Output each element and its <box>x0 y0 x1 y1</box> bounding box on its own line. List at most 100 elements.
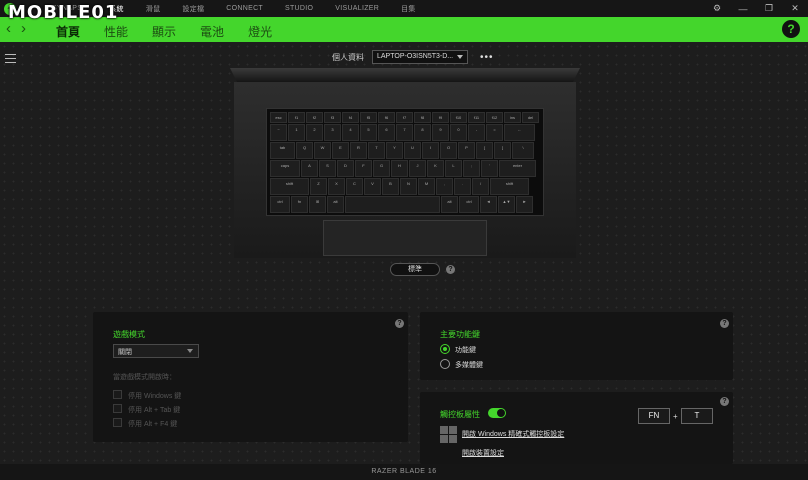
keyboard-key: A <box>301 160 318 177</box>
keyboard-key: J <box>409 160 426 177</box>
keyboard-key: E <box>332 142 349 159</box>
laptop-lid <box>230 68 580 82</box>
keyboard-key: P <box>458 142 475 159</box>
function-keys-radio[interactable] <box>440 344 450 354</box>
chevron-down-icon <box>187 349 193 353</box>
topnav-connect[interactable]: CONNECT <box>226 5 263 12</box>
disable-alt-tab-checkbox[interactable] <box>113 404 122 413</box>
tab-performance[interactable]: 性能 <box>104 23 128 40</box>
keyboard-key: alt <box>327 196 344 213</box>
keyboard-layout: esc f1 f2 f3 f4 f5 f6 f7 f8 f9 f10 f11 f12 ins del ~1 2 3… <box>266 108 544 216</box>
keyboard-key: caps <box>270 160 300 177</box>
keyboard-key: R <box>350 142 367 159</box>
keyboard-key: f8 <box>414 112 431 123</box>
keyboard-key: f4 <box>342 112 359 123</box>
disable-windows-key-checkbox[interactable] <box>113 390 122 399</box>
section-tab-bar: ‹ › 首頁 性能 顯示 電池 燈光 ? <box>0 17 808 42</box>
keyboard-key: f3 <box>324 112 341 123</box>
profile-label: 個人資料 <box>332 52 364 62</box>
game-mode-hint: 當遊戲模式開啟時： <box>113 374 176 381</box>
help-icon[interactable]: ? <box>720 397 729 406</box>
keyboard-key: V <box>364 178 381 195</box>
standard-view-button[interactable]: 標準 <box>390 263 440 276</box>
tab-lighting[interactable]: 燈光 <box>248 23 272 40</box>
keyboard-key: N <box>400 178 417 195</box>
keyboard-key: ◄ <box>480 196 497 213</box>
keyboard-key: shift <box>490 178 529 195</box>
keyboard-key: ; <box>463 160 480 177</box>
tab-display[interactable]: 顯示 <box>152 23 176 40</box>
disable-alt-f4-checkbox[interactable] <box>113 418 122 427</box>
keyboard-key: ► <box>516 196 533 213</box>
game-mode-dropdown[interactable]: 關閉 <box>113 344 199 358</box>
keyboard-key: Z <box>310 178 327 195</box>
topnav-visualizer[interactable]: VISUALIZER <box>335 5 379 12</box>
keyboard-key: enter <box>499 160 536 177</box>
keyboard-key: 4 <box>342 124 359 141</box>
topnav-profiles[interactable]: 設定檔 <box>182 4 204 14</box>
more-options-button[interactable]: ••• <box>480 52 494 63</box>
topnav-studio[interactable]: STUDIO <box>285 5 313 12</box>
settings-gear-icon[interactable]: ⚙ <box>704 3 730 14</box>
keyboard-key: / <box>472 178 489 195</box>
multimedia-keys-radio[interactable] <box>440 359 450 369</box>
keyboard-key: M <box>418 178 435 195</box>
keyboard-row: ~1 2 3 4 5 6 7 8 9 0- = ← <box>270 124 540 141</box>
keyboard-key: alt <box>441 196 458 213</box>
primary-function-key-panel: ? 主要功能鍵 功能鍵 多媒體鍵 <box>420 312 733 380</box>
keyboard-key: fn <box>291 196 308 213</box>
help-icon[interactable]: ? <box>446 265 455 274</box>
help-icon[interactable]: ? <box>720 319 729 328</box>
topnav-mouse[interactable]: 滑鼠 <box>146 4 161 14</box>
keyboard-key: O <box>440 142 457 159</box>
primary-fn-title: 主要功能鍵 <box>440 330 480 339</box>
help-button[interactable]: ? <box>782 20 800 38</box>
multimedia-keys-label: 多媒體鍵 <box>455 362 483 369</box>
keyboard-key: D <box>337 160 354 177</box>
keyboard-key: 9 <box>432 124 449 141</box>
menu-icon[interactable] <box>5 54 16 66</box>
minimize-icon[interactable]: — <box>730 4 756 14</box>
profile-dropdown[interactable]: LAPTOP-O3ISN5T3-D... <box>372 50 468 64</box>
touchpad <box>323 220 487 256</box>
keyboard-row: shift Z X C V B N M,. / shift <box>270 178 540 195</box>
keyboard-key: 2 <box>306 124 323 141</box>
keyboard-key: X <box>328 178 345 195</box>
touchpad-panel: ? 觸控板屬性 開啟 Windows 精確式觸控板設定 開啟裝置設定 FN + … <box>420 392 733 464</box>
game-mode-panel: ? 遊戲模式 關閉 當遊戲模式開啟時： 停用 Windows 鍵 停用 Alt … <box>93 312 408 442</box>
keyboard-key: I <box>422 142 439 159</box>
watermark: MOBILE01 <box>8 2 119 23</box>
keyboard-key: ▲▼ <box>498 196 515 213</box>
keyboard-key: , <box>436 178 453 195</box>
keyboard-key: ⊞ <box>309 196 326 213</box>
keyboard-key: Q <box>296 142 313 159</box>
keyboard-row: ctrl fn ⊞ alt alt ctrl ◄ ▲▼ ► <box>270 196 540 213</box>
keyboard-key: ctrl <box>270 196 290 213</box>
keyboard-key: F <box>355 160 372 177</box>
touchpad-title: 觸控板屬性 <box>440 410 480 419</box>
tab-battery[interactable]: 電池 <box>200 23 224 40</box>
restore-icon[interactable]: ❐ <box>756 3 782 14</box>
keyboard-row: tab Q W E R T Y U I O P[] \ <box>270 142 540 159</box>
keyboard-key: W <box>314 142 331 159</box>
touchpad-toggle[interactable] <box>488 408 506 418</box>
profile-value: LAPTOP-O3ISN5T3-D... <box>377 53 454 60</box>
windows-icon <box>440 426 457 443</box>
device-name-bar: RAZER BLADE 16 <box>0 464 808 480</box>
keyboard-row: esc f1 f2 f3 f4 f5 f6 f7 f8 f9 f10 f11 f12 ins del <box>270 112 540 123</box>
keyboard-key: ctrl <box>459 196 479 213</box>
topnav-collection[interactable]: 目集 <box>401 4 416 14</box>
keyboard-key: S <box>319 160 336 177</box>
tab-home[interactable]: 首頁 <box>56 23 80 40</box>
keyboard-key: ~ <box>270 124 287 141</box>
keyboard-key: - <box>468 124 485 141</box>
keyboard-key: 5 <box>360 124 377 141</box>
keyboard-key: ← <box>504 124 535 141</box>
help-icon[interactable]: ? <box>395 319 404 328</box>
keyboard-key: C <box>346 178 363 195</box>
keyboard-key: B <box>382 178 399 195</box>
device-settings-link[interactable]: 開啟裝置設定 <box>462 448 504 458</box>
windows-touchpad-settings-link[interactable]: 開啟 Windows 精確式觸控板設定 <box>462 429 564 439</box>
close-icon[interactable]: ✕ <box>782 3 808 14</box>
disable-alt-tab-label: 停用 Alt + Tab 鍵 <box>128 407 181 414</box>
